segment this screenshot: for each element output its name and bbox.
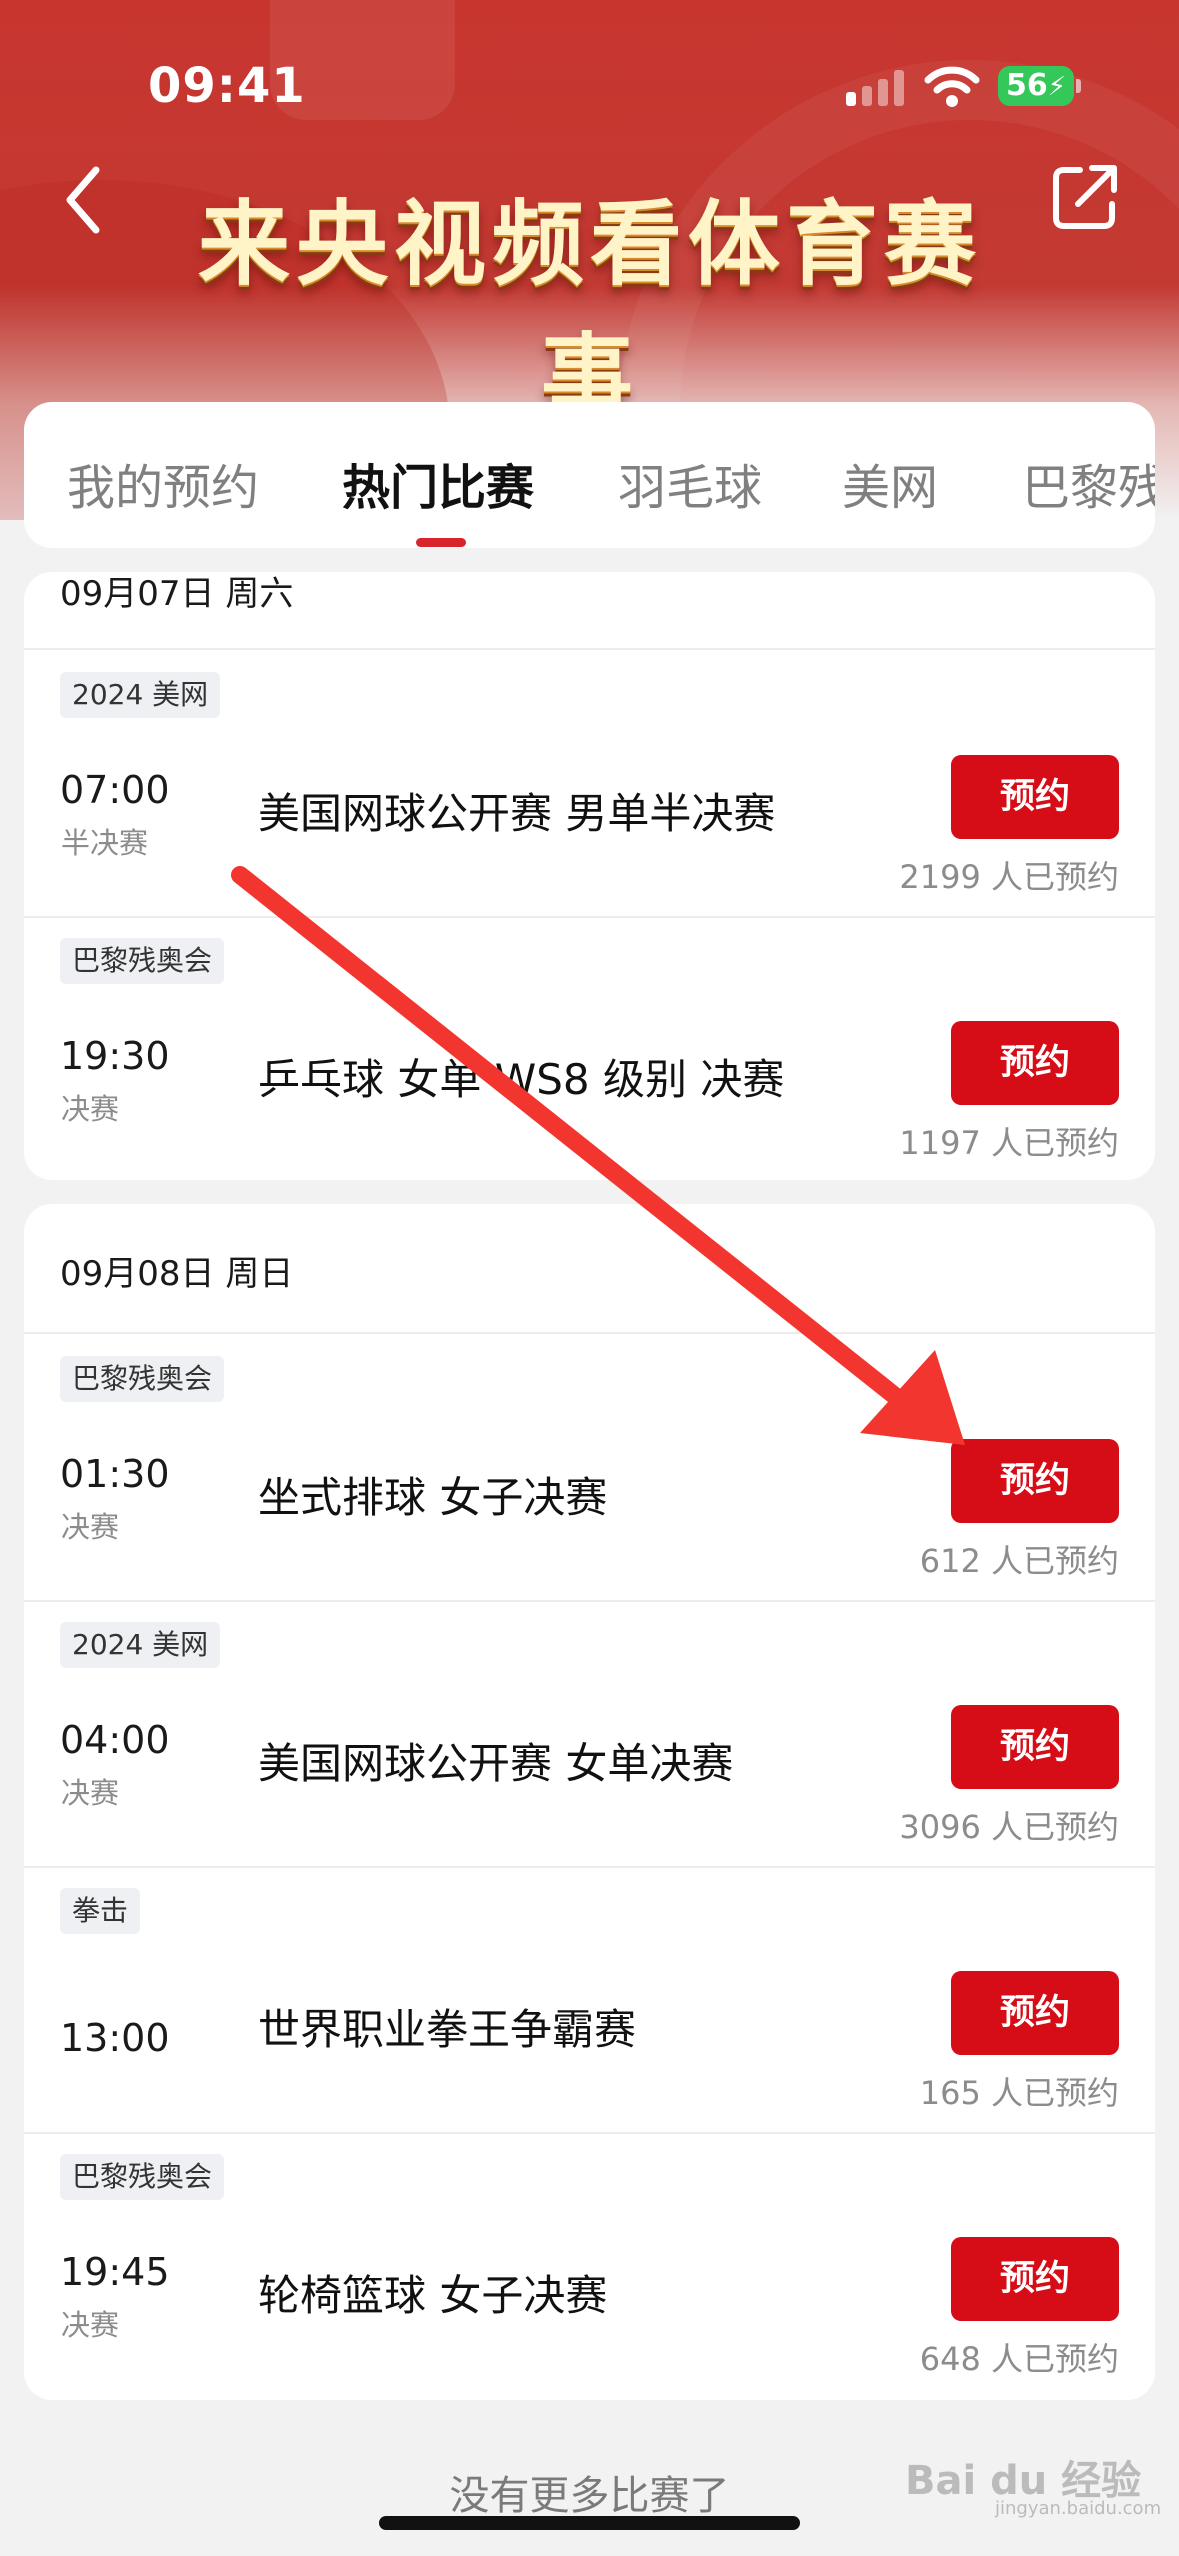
match-tag: 巴黎残奥会 bbox=[60, 1356, 225, 1402]
reserve-button[interactable]: 预约 bbox=[951, 2237, 1119, 2321]
match-row[interactable]: 巴黎残奥会 01:30 决赛 坐式排球 女子决赛 预约 612 人已预约 bbox=[24, 1334, 1155, 1600]
reserve-button[interactable]: 预约 bbox=[951, 755, 1119, 839]
reserve-button[interactable]: 预约 bbox=[951, 1971, 1119, 2055]
match-time: 13:00 bbox=[60, 2016, 170, 2060]
match-tag: 2024 美网 bbox=[60, 1622, 221, 1668]
tab-us-open[interactable]: 美网 bbox=[842, 448, 938, 518]
match-time: 07:00 bbox=[60, 768, 170, 812]
cellular-signal-icon bbox=[846, 70, 904, 106]
reservation-count: 1197 人已预约 bbox=[899, 1124, 1119, 1162]
tab-my-reservations[interactable]: 我的预约 bbox=[67, 448, 259, 518]
match-row[interactable]: 巴黎残奥会 19:30 决赛 乒乓球 女单 WS8 级别 决赛 预约 1197 … bbox=[24, 916, 1155, 1180]
match-time: 19:45 bbox=[60, 2250, 170, 2294]
match-tag: 2024 美网 bbox=[60, 672, 221, 718]
tab-hot-matches[interactable]: 热门比赛 bbox=[342, 448, 534, 518]
match-title: 世界职业拳王争霸赛 bbox=[258, 2005, 637, 2054]
match-stage: 决赛 bbox=[61, 1092, 120, 1126]
match-row[interactable]: 2024 美网 07:00 半决赛 美国网球公开赛 男单半决赛 预约 2199 … bbox=[24, 650, 1155, 916]
match-row[interactable]: 拳击 13:00 世界职业拳王争霸赛 预约 165 人已预约 bbox=[24, 1866, 1155, 2132]
battery-level: 56 bbox=[1006, 68, 1048, 103]
match-time: 04:00 bbox=[60, 1718, 170, 1762]
wifi-icon bbox=[924, 66, 980, 107]
reserve-button[interactable]: 预约 bbox=[951, 1705, 1119, 1789]
reserve-button[interactable]: 预约 bbox=[951, 1021, 1119, 1105]
reservation-count: 3096 人已预约 bbox=[899, 1808, 1119, 1846]
tab-paris-paralympics[interactable]: 巴黎残 bbox=[1022, 448, 1155, 518]
match-title: 美国网球公开赛 女单决赛 bbox=[258, 1739, 734, 1788]
day-date: 09月08日 周日 bbox=[60, 1254, 294, 1294]
match-title: 美国网球公开赛 男单半决赛 bbox=[258, 789, 776, 838]
status-bar: 09:41 56⚡ bbox=[0, 0, 1179, 150]
reservation-count: 648 人已预约 bbox=[919, 2340, 1119, 2378]
match-tag: 巴黎残奥会 bbox=[60, 2154, 225, 2200]
match-stage: 决赛 bbox=[61, 2308, 120, 2342]
page-title: 来央视频看体育赛事 bbox=[197, 190, 982, 431]
battery-icon: 56⚡ bbox=[998, 66, 1081, 106]
day-section: 09月07日 周六 2024 美网 07:00 半决赛 美国网球公开赛 男单半决… bbox=[24, 572, 1155, 1180]
match-tag: 拳击 bbox=[60, 1888, 141, 1934]
reservation-count: 612 人已预约 bbox=[919, 1542, 1119, 1580]
match-time: 19:30 bbox=[60, 1034, 170, 1078]
tab-bar: 我的预约 热门比赛 羽毛球 美网 巴黎残 bbox=[24, 402, 1155, 548]
day-date: 09月07日 周六 bbox=[60, 574, 294, 614]
match-title: 乒乓球 女单 WS8 级别 决赛 bbox=[258, 1055, 785, 1104]
status-time: 09:41 bbox=[148, 58, 306, 114]
match-tag: 巴黎残奥会 bbox=[60, 938, 225, 984]
match-stage: 决赛 bbox=[61, 1776, 120, 1810]
match-stage: 决赛 bbox=[61, 1510, 120, 1544]
watermark-url: jingyan.baidu.com bbox=[995, 2498, 1162, 2519]
reserve-button[interactable]: 预约 bbox=[951, 1439, 1119, 1523]
home-indicator bbox=[379, 2516, 800, 2530]
baidu-watermark: Bai du 经验 jingyan.baidu.com bbox=[905, 2448, 1161, 2519]
match-title: 坐式排球 女子决赛 bbox=[258, 1473, 608, 1522]
match-row[interactable]: 巴黎残奥会 19:45 决赛 轮椅篮球 女子决赛 预约 648 人已预约 bbox=[24, 2132, 1155, 2398]
match-title: 轮椅篮球 女子决赛 bbox=[258, 2271, 608, 2320]
match-time: 01:30 bbox=[60, 1452, 170, 1496]
reservation-count: 2199 人已预约 bbox=[899, 858, 1119, 896]
reservation-count: 165 人已预约 bbox=[919, 2074, 1119, 2112]
day-section: 09月08日 周日 巴黎残奥会 01:30 决赛 坐式排球 女子决赛 预约 61… bbox=[24, 1204, 1155, 2400]
share-icon[interactable] bbox=[1050, 160, 1122, 232]
tab-badminton[interactable]: 羽毛球 bbox=[618, 448, 762, 518]
back-icon[interactable] bbox=[60, 160, 110, 240]
match-stage: 半决赛 bbox=[61, 826, 149, 860]
match-row[interactable]: 2024 美网 04:00 决赛 美国网球公开赛 女单决赛 预约 3096 人已… bbox=[24, 1600, 1155, 1866]
active-tab-indicator bbox=[416, 538, 466, 547]
